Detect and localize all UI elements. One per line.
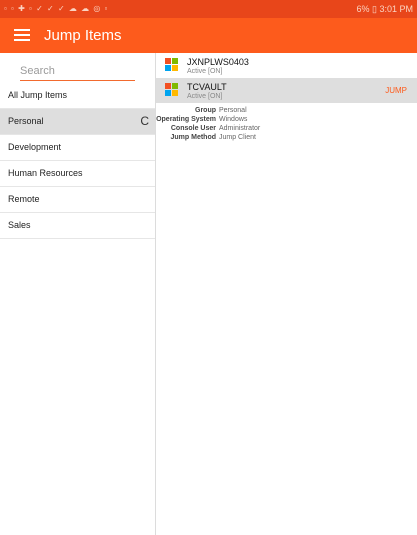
sidebar-item-label: All Jump Items	[8, 90, 68, 100]
sidebar-item-human-resources[interactable]: Human Resources	[0, 161, 155, 187]
sidebar: All Jump Items Personal C Development Hu…	[0, 53, 156, 535]
detail-label: Jump Method	[170, 134, 217, 141]
detail-value: Jump Client	[219, 134, 256, 141]
search-input[interactable]	[20, 62, 135, 81]
sidebar-item-label: Remote	[8, 194, 40, 204]
detail-value: Administrator	[219, 125, 261, 132]
sidebar-item-personal[interactable]: Personal C	[0, 109, 155, 135]
sidebar-item-label: Personal	[8, 116, 44, 126]
windows-logo-icon	[165, 58, 179, 72]
detail-label: Operating System	[156, 116, 216, 123]
sidebar-item-sales[interactable]: Sales	[0, 213, 155, 239]
jump-item-row-selected[interactable]: TCVAULT Active [ON] JUMP	[156, 78, 417, 103]
jump-item-name: JXNPLWS0403	[187, 57, 249, 67]
sidebar-item-all-jump-items[interactable]: All Jump Items	[0, 83, 155, 109]
page-title: Jump Items	[44, 27, 122, 44]
detail-value: Windows	[219, 116, 248, 123]
search-container	[20, 61, 135, 81]
jump-button[interactable]: JUMP	[385, 86, 407, 95]
sidebar-nav: All Jump Items Personal C Development Hu…	[0, 83, 155, 239]
sidebar-item-remote[interactable]: Remote	[0, 187, 155, 213]
detail-row-jump-method: Jump Method Jump Client	[156, 133, 417, 142]
detail-row-os: Operating System Windows	[156, 115, 417, 124]
detail-label: Group	[195, 107, 216, 114]
sidebar-item-development[interactable]: Development	[0, 135, 155, 161]
jump-item-status: Active [ON]	[187, 93, 223, 100]
detail-value: Personal	[219, 107, 247, 114]
app-bar: Jump Items	[0, 18, 417, 53]
jump-item-name: TCVAULT	[187, 82, 227, 92]
detail-row-console-user: Console User Administrator	[156, 124, 417, 133]
status-icons: ▫ ▫ ✚ ▫ ✓ ✓ ✓ ☁ ☁ ◎ ▫	[4, 4, 109, 13]
sidebar-item-label: Sales	[8, 220, 31, 230]
windows-logo-icon	[165, 83, 179, 97]
sidebar-item-label: Development	[8, 142, 62, 152]
status-battery-time: 6% ▯ 3:01 PM	[356, 4, 413, 14]
detail-label: Console User	[170, 125, 216, 132]
status-bar: ▫ ▫ ✚ ▫ ✓ ✓ ✓ ☁ ☁ ◎ ▫ 6% ▯ 3:01 PM	[0, 0, 417, 18]
jump-item-status: Active [ON]	[187, 68, 223, 75]
hamburger-menu-icon[interactable]	[14, 28, 30, 42]
detail-row-group: Group Personal	[156, 106, 417, 115]
jump-item-details: Group Personal Operating System Windows Co…	[156, 103, 417, 142]
sidebar-item-label: Human Resources	[8, 168, 83, 178]
jump-items-list: JXNPLWS0403 Active [ON] TCVAULT Active […	[156, 53, 417, 535]
refresh-icon[interactable]: C	[140, 109, 149, 134]
jump-item-row[interactable]: JXNPLWS0403 Active [ON]	[156, 53, 417, 78]
